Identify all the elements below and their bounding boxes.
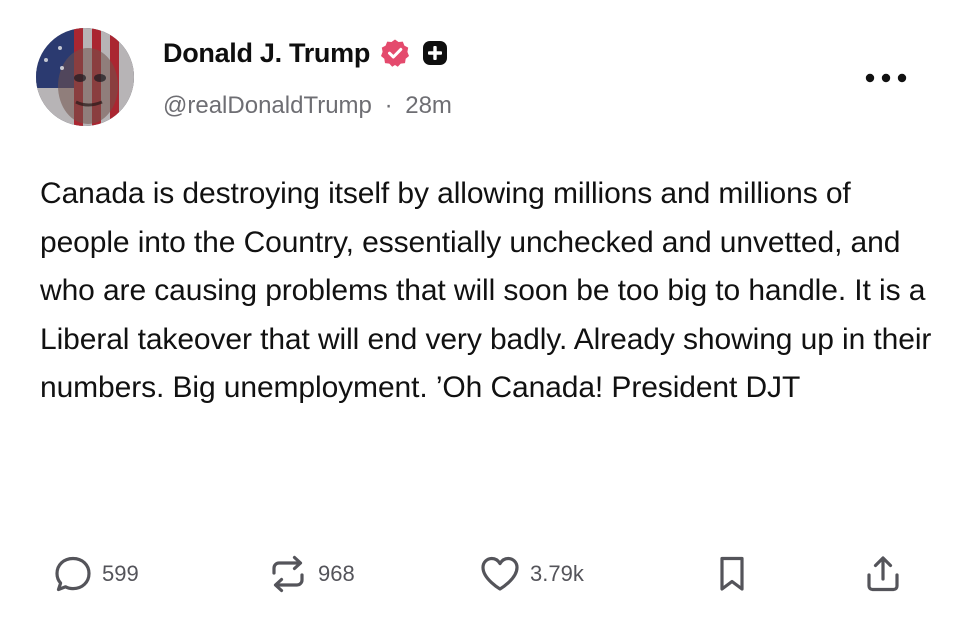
like-count: 3.79k xyxy=(530,561,584,586)
plus-badge-icon xyxy=(420,38,450,68)
meta-separator: · xyxy=(384,92,393,119)
more-icon xyxy=(865,73,907,83)
repost-count: 968 xyxy=(318,561,355,586)
verified-badge-icon xyxy=(380,38,410,68)
bookmark-icon xyxy=(720,556,744,591)
share-button[interactable] xyxy=(862,548,904,600)
share-icon xyxy=(867,556,899,592)
avatar-image xyxy=(36,28,134,126)
post-card: Donald J. Trump @realDonaldTrump · 28m C… xyxy=(0,0,959,620)
bookmark-button[interactable] xyxy=(712,548,752,600)
reply-button[interactable]: 599 xyxy=(52,548,139,600)
author-handle-row: @realDonaldTrump · 28m xyxy=(163,92,452,120)
reply-count: 599 xyxy=(102,561,139,586)
post-timestamp[interactable]: 28m xyxy=(405,92,452,119)
post-text: Canada is destroying itself by allowing … xyxy=(40,177,932,404)
avatar[interactable] xyxy=(36,28,134,126)
heart-icon xyxy=(481,556,519,591)
like-button[interactable]: 3.79k xyxy=(478,548,584,600)
author-handle[interactable]: @realDonaldTrump xyxy=(163,92,372,119)
author-display-name[interactable]: Donald J. Trump xyxy=(163,38,370,69)
reply-icon xyxy=(55,556,91,592)
repost-button[interactable]: 968 xyxy=(266,548,355,600)
repost-icon xyxy=(272,555,304,593)
more-options-button[interactable] xyxy=(862,66,910,90)
author-name-row: Donald J. Trump xyxy=(163,36,450,70)
action-bar: 599 968 3.79k xyxy=(0,548,959,600)
